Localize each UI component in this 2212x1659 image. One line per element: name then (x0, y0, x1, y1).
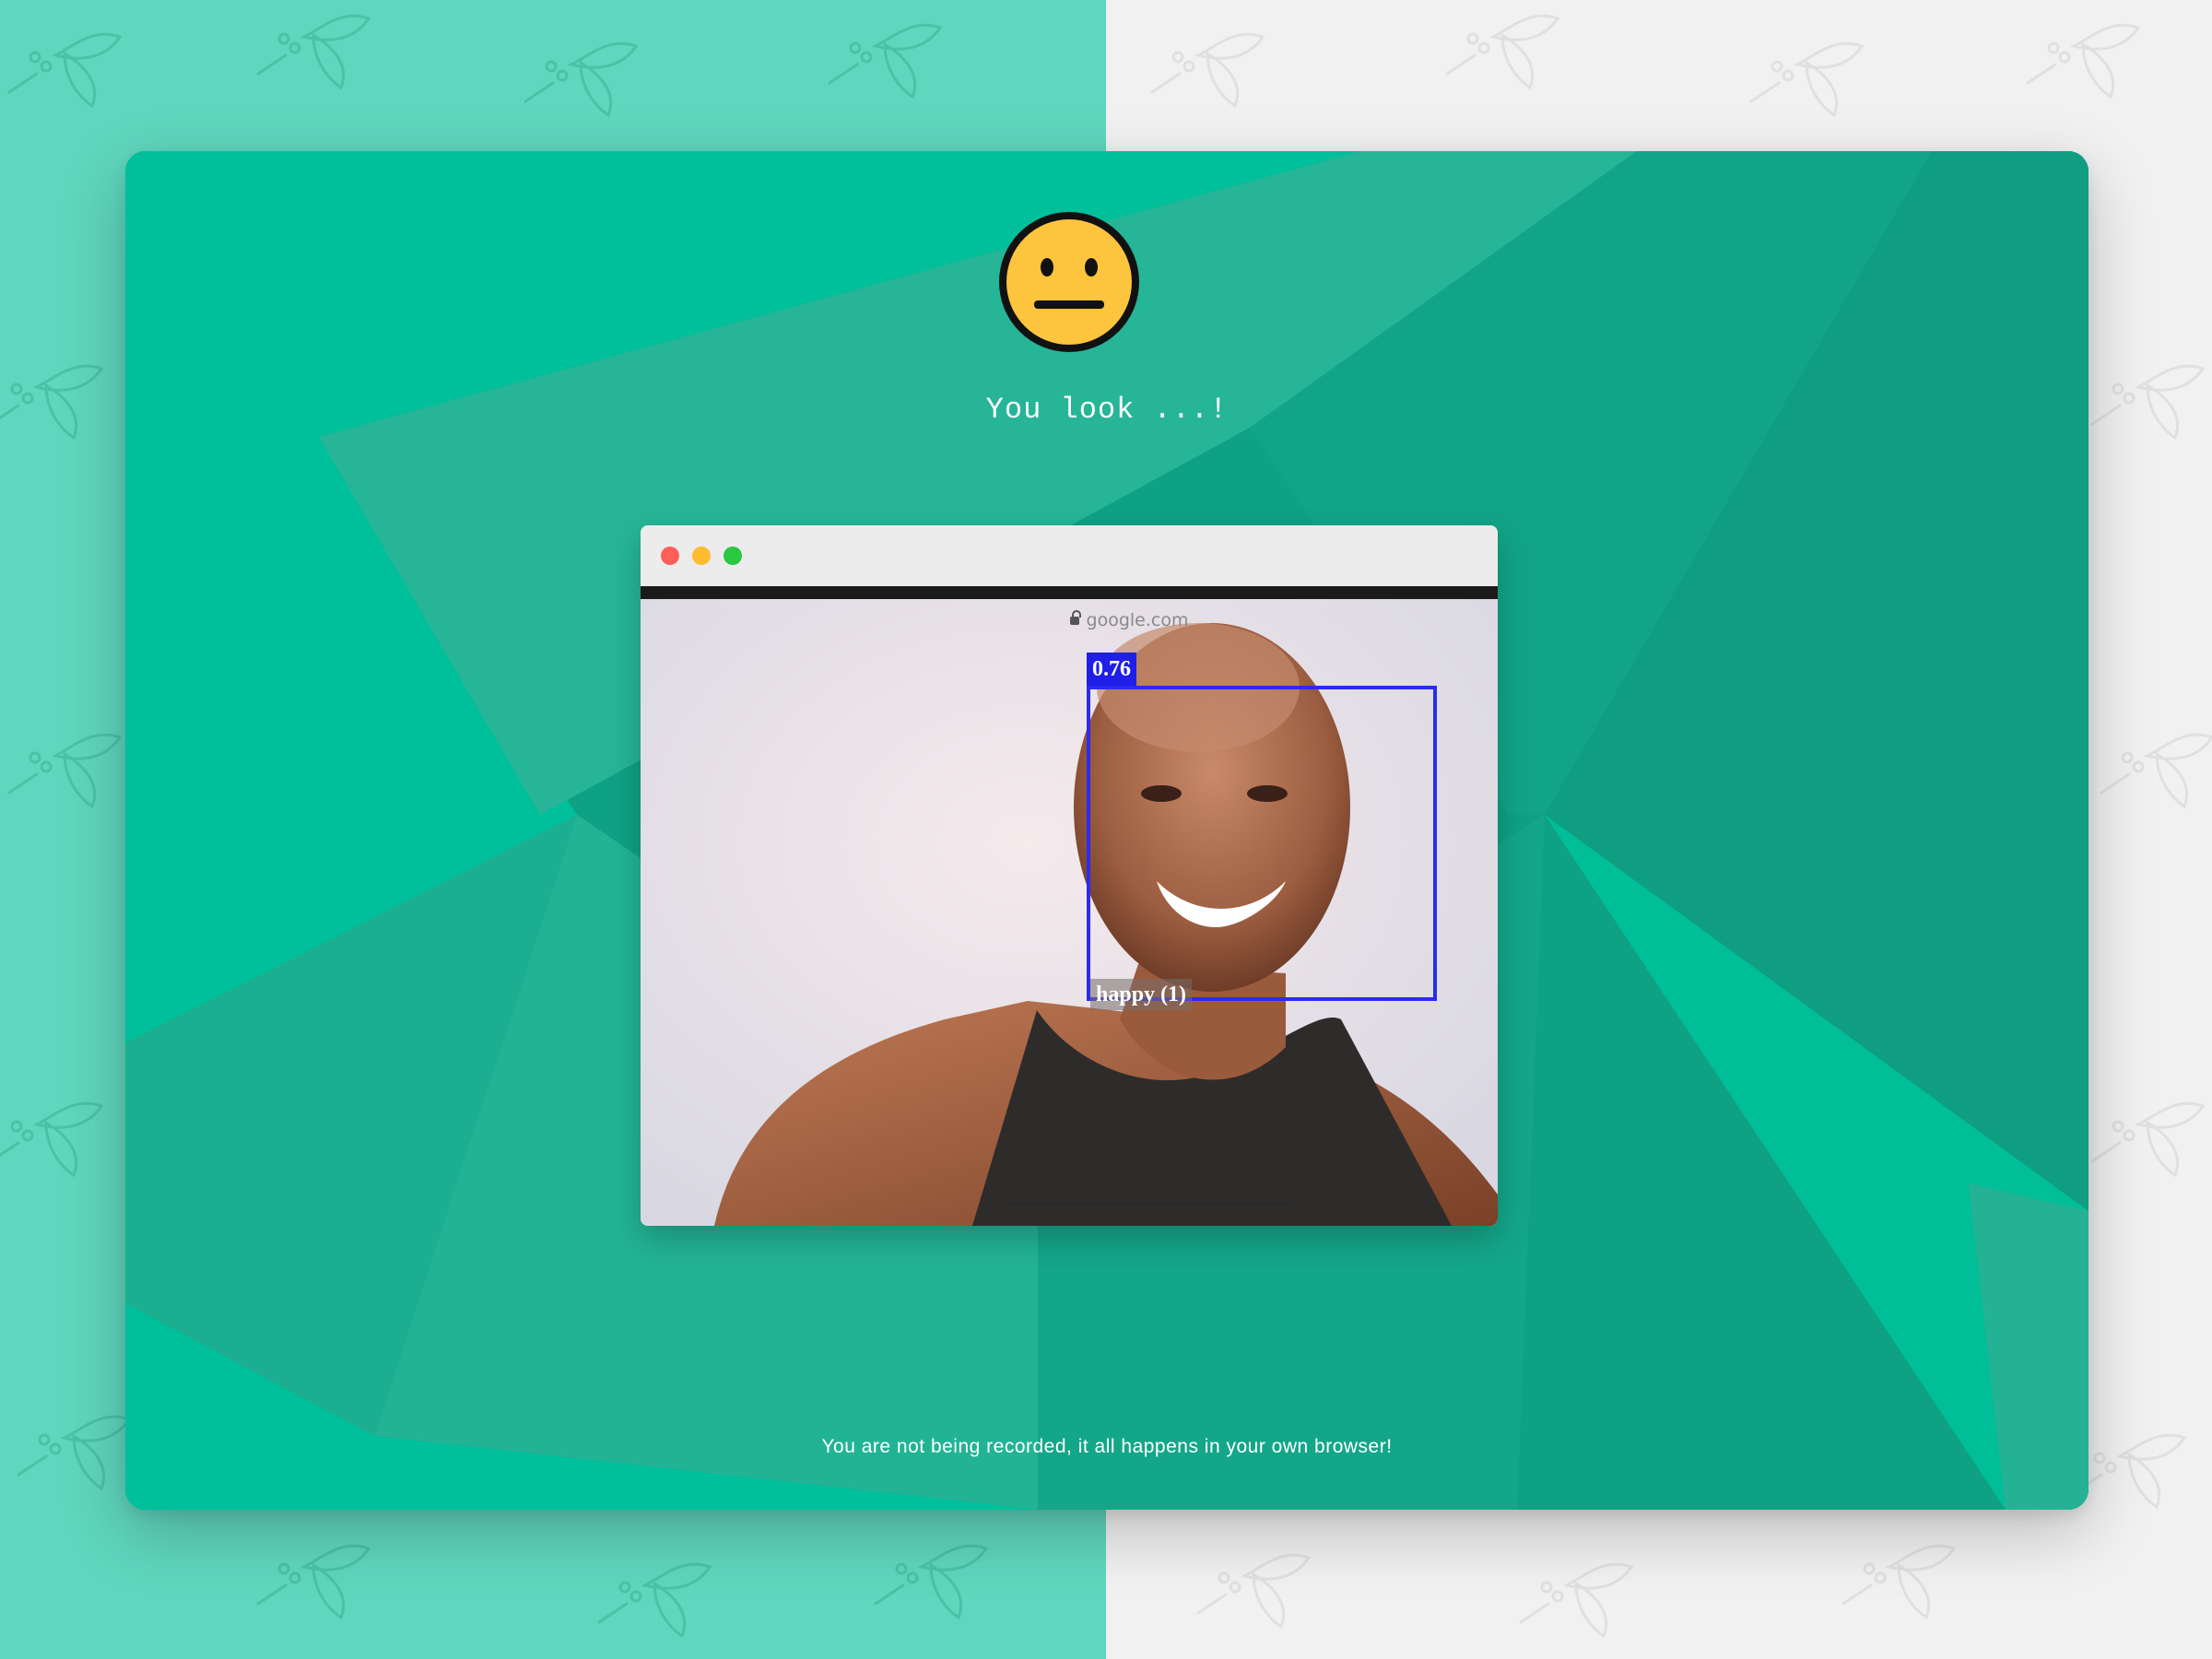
url-label: google.com (1086, 610, 1189, 630)
neutral-face-icon (999, 212, 1139, 352)
emotion-label: happy (1) (1090, 979, 1193, 1010)
zoom-window-button[interactable] (724, 547, 742, 565)
privacy-notice: You are not being recorded, it all happe… (821, 1436, 1393, 1457)
minimize-window-button[interactable] (692, 547, 711, 565)
webcam-window: google.com 0.76 happy (1) (641, 525, 1498, 1226)
lock-icon (1069, 610, 1081, 625)
webcam-feed: google.com 0.76 happy (1) (641, 586, 1498, 1226)
detection-score: 0.76 (1087, 653, 1136, 686)
face-bounding-box (1087, 686, 1437, 1001)
window-titlebar (641, 525, 1498, 586)
main-card: You look ...! google.com 0.76 happy (1) … (125, 151, 2088, 1510)
result-headline: You look ...! (985, 393, 1229, 427)
url-text: google.com (641, 610, 1498, 630)
close-window-button[interactable] (661, 547, 679, 565)
